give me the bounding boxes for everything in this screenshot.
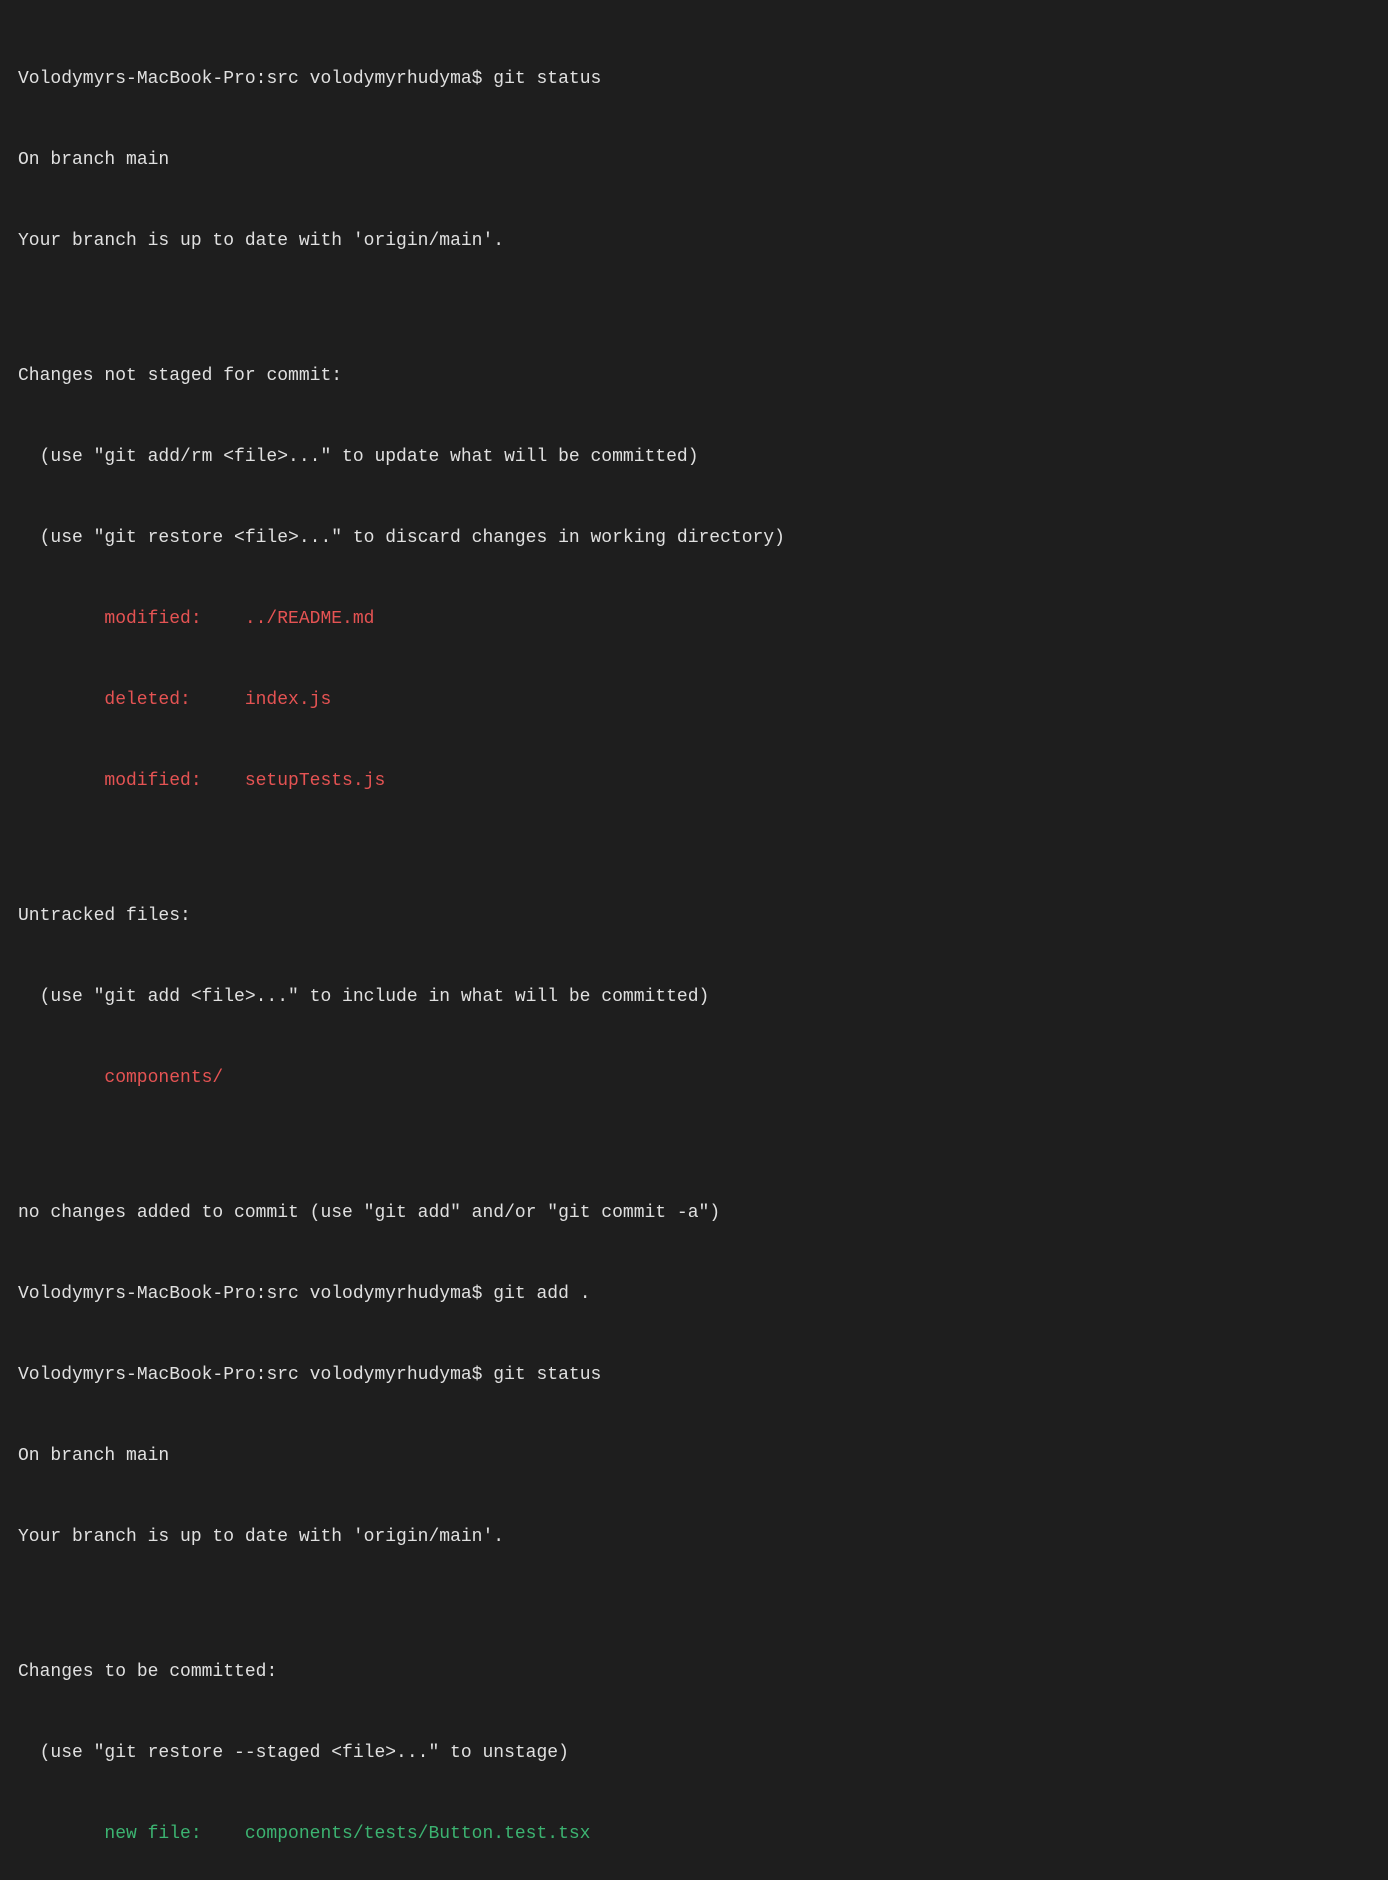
prompt: Volodymyrs-MacBook-Pro:src volodymyrhudy… xyxy=(18,1284,493,1304)
uptodate-line: Your branch is up to date with 'origin/m… xyxy=(18,1524,1370,1551)
status-label: new file: xyxy=(104,1821,244,1848)
prompt: Volodymyrs-MacBook-Pro:src volodymyrhudy… xyxy=(18,1365,493,1385)
file-path: components/tests/Button.test.tsx xyxy=(245,1824,591,1844)
section-header: Changes to be committed: xyxy=(18,1659,1370,1686)
file-path: components/ xyxy=(18,1065,1370,1092)
prompt: Volodymyrs-MacBook-Pro:src volodymyrhudy… xyxy=(18,69,493,89)
file-status-line: modified:setupTests.js xyxy=(18,768,1370,795)
hint-line: (use "git restore --staged <file>..." to… xyxy=(18,1740,1370,1767)
status-label: deleted: xyxy=(104,687,244,714)
section-header: Changes not staged for commit: xyxy=(18,363,1370,390)
file-status-line: modified:../README.md xyxy=(18,606,1370,633)
command-line: Volodymyrs-MacBook-Pro:src volodymyrhudy… xyxy=(18,1362,1370,1389)
section-header: Untracked files: xyxy=(18,903,1370,930)
branch-line: On branch main xyxy=(18,147,1370,174)
file-path: setupTests.js xyxy=(245,771,385,791)
command-text: git status xyxy=(493,69,601,89)
file-path: index.js xyxy=(245,690,331,710)
terminal-output[interactable]: Volodymyrs-MacBook-Pro:src volodymyrhudy… xyxy=(18,12,1370,1880)
command-text: git add . xyxy=(493,1284,590,1304)
hint-line: (use "git add/rm <file>..." to update wh… xyxy=(18,444,1370,471)
hint-line: (use "git add <file>..." to include in w… xyxy=(18,984,1370,1011)
branch-line: On branch main xyxy=(18,1443,1370,1470)
file-status-line: deleted:index.js xyxy=(18,687,1370,714)
hint-line: (use "git restore <file>..." to discard … xyxy=(18,525,1370,552)
command-text: git status xyxy=(493,1365,601,1385)
command-line: Volodymyrs-MacBook-Pro:src volodymyrhudy… xyxy=(18,66,1370,93)
status-label: modified: xyxy=(104,606,244,633)
info-line: no changes added to commit (use "git add… xyxy=(18,1200,1370,1227)
uptodate-line: Your branch is up to date with 'origin/m… xyxy=(18,228,1370,255)
command-line: Volodymyrs-MacBook-Pro:src volodymyrhudy… xyxy=(18,1281,1370,1308)
file-status-line: new file:components/tests/Button.test.ts… xyxy=(18,1821,1370,1848)
file-path: ../README.md xyxy=(245,609,375,629)
status-label: modified: xyxy=(104,768,244,795)
